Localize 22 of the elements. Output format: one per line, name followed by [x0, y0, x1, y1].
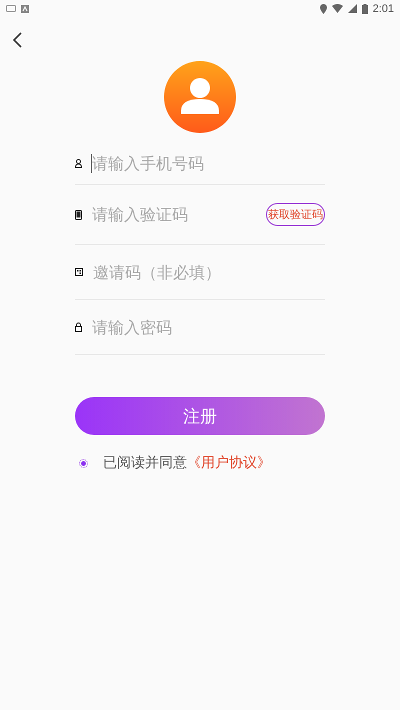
input-field[interactable]: 请输入手机号码: [91, 154, 325, 172]
status-time: 2:01: [372, 2, 394, 14]
signal-icon: [348, 4, 357, 13]
register-button[interactable]: 注册: [75, 397, 325, 435]
battery-icon: [362, 4, 368, 14]
lock-icon: [75, 322, 82, 332]
avatar-icon: [164, 61, 236, 133]
back-icon[interactable]: [12, 32, 22, 48]
input-field[interactable]: 邀请码（非必填）: [92, 262, 325, 282]
input-field[interactable]: 请输入密码: [91, 318, 325, 336]
agreement-text: 已阅读并同意: [103, 454, 187, 472]
user-agreement-link[interactable]: 《用户协议》: [187, 454, 271, 472]
wifi-icon: [332, 4, 343, 13]
person-icon: [75, 158, 82, 168]
notification-icon: [21, 4, 29, 12]
input-field[interactable]: 请输入验证码: [91, 205, 257, 224]
notification-icon: [6, 5, 16, 12]
agreement-radio[interactable]: [79, 458, 88, 468]
get-code-button[interactable]: 获取验证码: [266, 203, 325, 226]
phone-icon: [75, 210, 82, 220]
qr-code-icon: [75, 268, 83, 276]
location-icon: [320, 4, 327, 14]
